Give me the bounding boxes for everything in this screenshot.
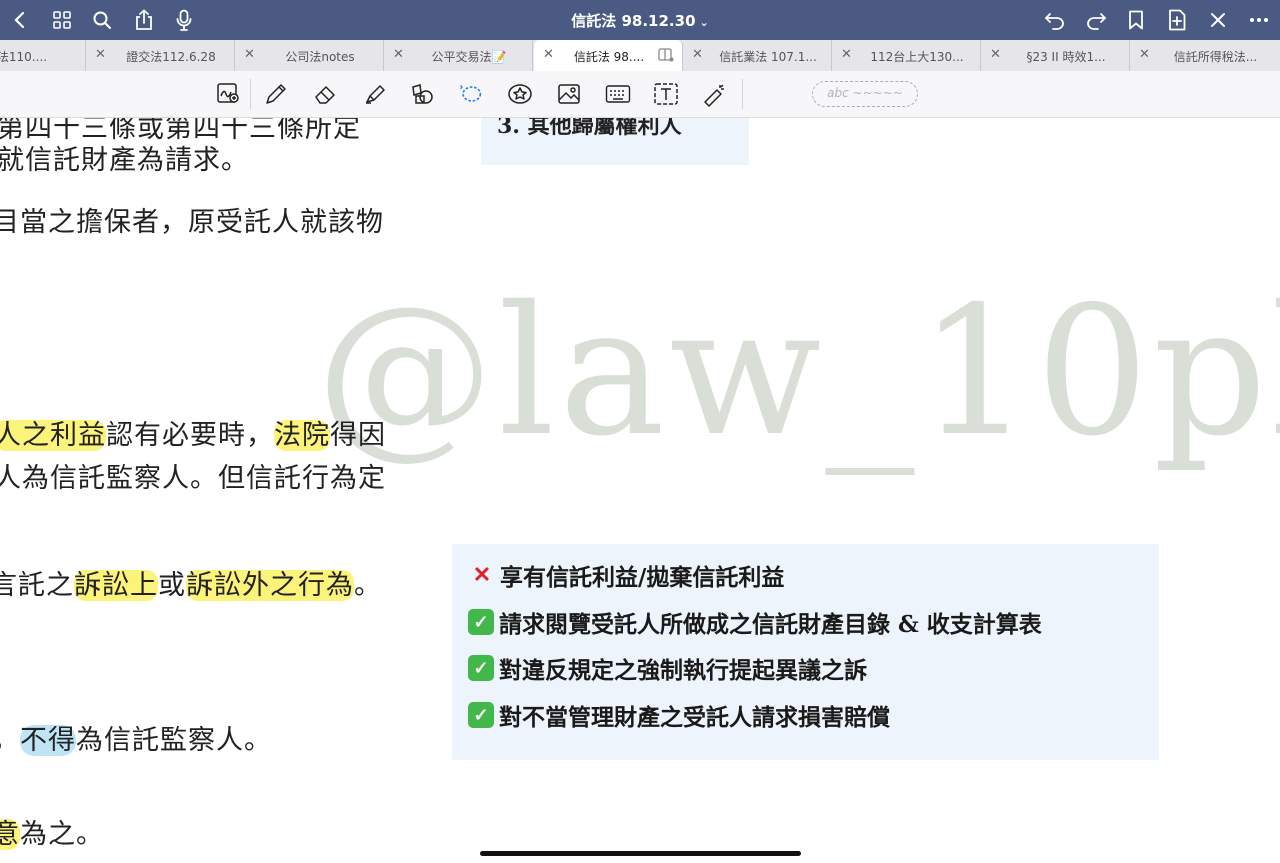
image-icon[interactable]: [556, 81, 582, 107]
ink-to-text-field[interactable]: abc ~~~~~: [812, 81, 918, 107]
watermark-text: @law_10pl: [316, 268, 1280, 475]
annotation-toolbar: abc ~~~~~: [0, 71, 1280, 118]
home-indicator[interactable]: [480, 851, 801, 856]
chevron-down-icon: ⌄: [699, 16, 709, 29]
check-mark-icon: ✓: [468, 702, 494, 728]
toolbar-divider: [742, 79, 743, 109]
close-icon[interactable]: [1206, 8, 1230, 32]
tab-document[interactable]: ✕ 公司法notes: [235, 40, 384, 71]
close-tab-icon[interactable]: ✕: [244, 47, 255, 62]
check-mark-icon: ✓: [468, 609, 494, 635]
close-tab-icon[interactable]: ✕: [692, 47, 703, 62]
bookmark-icon[interactable]: [1124, 8, 1148, 32]
tab-document[interactable]: ✕ 信託所得稅法...: [1130, 40, 1279, 71]
tab-document-active[interactable]: ✕ 信託法 98....: [534, 40, 683, 72]
zoom-window-icon[interactable]: [216, 81, 242, 107]
tab-label: 信託所得稅法...: [1173, 50, 1258, 64]
note-item: ✓ 對違反規定之強制執行提起異議之訴: [468, 651, 867, 685]
title-bar: 信託法 98.12.30 ⌄: [0, 0, 1280, 40]
highlight: 法院: [274, 420, 330, 451]
tab-document[interactable]: ✕ 112台上大130...: [832, 40, 981, 71]
pen-icon[interactable]: [263, 81, 289, 107]
note-text: 3. 其他歸屬權利人: [497, 118, 682, 139]
note-item: ✓ 對不當管理財產之受託人請求損害賠償: [468, 698, 890, 732]
toolbar-divider: [250, 79, 251, 109]
note-box: 3. 其他歸屬權利人: [481, 118, 749, 165]
tab-document[interactable]: ✕ §23 II 時效1...: [981, 40, 1130, 71]
sticker-icon[interactable]: [507, 81, 533, 107]
more-icon[interactable]: [1247, 8, 1271, 32]
redo-icon[interactable]: [1084, 8, 1108, 32]
tab-label: §23 II 時效1...: [1026, 50, 1106, 64]
tab-label: 112台上大130...: [870, 50, 964, 64]
lasso-icon[interactable]: [457, 81, 483, 107]
add-page-icon[interactable]: [1165, 8, 1189, 32]
note-item: ✕ 享有信託利益/拋棄信託利益: [468, 558, 785, 592]
close-tab-icon[interactable]: ✕: [543, 47, 554, 62]
tab-document[interactable]: 公司法110....: [0, 40, 86, 71]
note-item-text: 享有信託利益/拋棄信託利益: [500, 564, 785, 591]
tab-label: 證交法112.6.28: [126, 50, 216, 64]
rights-note-box: ✕ 享有信託利益/拋棄信託利益 ✓ 請求閱覽受託人所做成之信託財產目錄 & 收支…: [452, 544, 1159, 760]
text-line: 人為信託監察人。但信託行為定: [0, 463, 386, 494]
laser-pointer-icon[interactable]: [702, 81, 728, 107]
shapes-icon[interactable]: [410, 81, 436, 107]
highlight: 訴訟外之行為: [186, 570, 354, 601]
tab-label: 信託法 98....: [573, 50, 645, 64]
tab-label: 公司法notes: [285, 50, 355, 64]
text-line: 言託之訴訟上或訴訟外之行為。: [0, 570, 382, 601]
undo-icon[interactable]: [1043, 8, 1067, 32]
note-item-text: 對違反規定之強制執行提起異議之訴: [499, 657, 867, 684]
close-tab-icon[interactable]: ✕: [841, 47, 852, 62]
note-item-text: 對不當管理財產之受託人請求損害賠償: [499, 704, 890, 731]
close-tab-icon[interactable]: ✕: [393, 47, 404, 62]
close-tab-icon[interactable]: ✕: [1139, 47, 1150, 62]
text-box-icon[interactable]: [653, 81, 679, 107]
tab-label: 公司法110....: [0, 50, 48, 64]
eraser-icon[interactable]: [313, 81, 339, 107]
tab-document[interactable]: ✕ 證交法112.6.28: [86, 40, 235, 71]
highlight: 人之利益: [0, 420, 106, 451]
split-view-icon[interactable]: [658, 48, 674, 65]
tab-document[interactable]: ✕ 公平交易法📝: [384, 40, 533, 71]
tab-document[interactable]: ✕ 信託業法 107.1...: [683, 40, 832, 71]
highlight: 意: [0, 819, 20, 850]
close-tab-icon[interactable]: ✕: [990, 47, 1001, 62]
note-item: ✓ 請求閱覽受託人所做成之信託財產目錄 & 收支計算表: [468, 605, 1042, 639]
highlight: 訴訟上: [74, 570, 158, 601]
close-tab-icon[interactable]: ✕: [95, 47, 106, 62]
text-line: ，不得為信託監察人。: [0, 725, 272, 756]
tab-strip: 公司法110.... ✕ 證交法112.6.28 ✕ 公司法notes ✕ 公平…: [0, 40, 1280, 72]
document-page[interactable]: @law_10pl 第四十三條或第四十三條所定 就信託財產為請求。 目當之擔保者…: [0, 118, 1280, 863]
highlight: 不得: [20, 725, 76, 756]
text-line: 就信託財產為請求。: [0, 145, 249, 176]
highlighter-icon[interactable]: [362, 81, 388, 107]
tab-label: 公平交易法📝: [431, 50, 507, 64]
text-line: 人之利益認有必要時，法院得因: [0, 413, 386, 452]
check-mark-icon: ✓: [468, 655, 494, 681]
text-line: 目當之擔保者，原受託人就該物: [0, 207, 384, 238]
cross-mark-icon: ✕: [472, 562, 492, 588]
tab-label: 信託業法 107.1...: [719, 50, 817, 64]
text-line: 意為之。: [0, 812, 104, 851]
note-item-text: 請求閱覽受託人所做成之信託財產目錄 & 收支計算表: [499, 611, 1042, 638]
keyboard-icon[interactable]: [605, 81, 631, 107]
